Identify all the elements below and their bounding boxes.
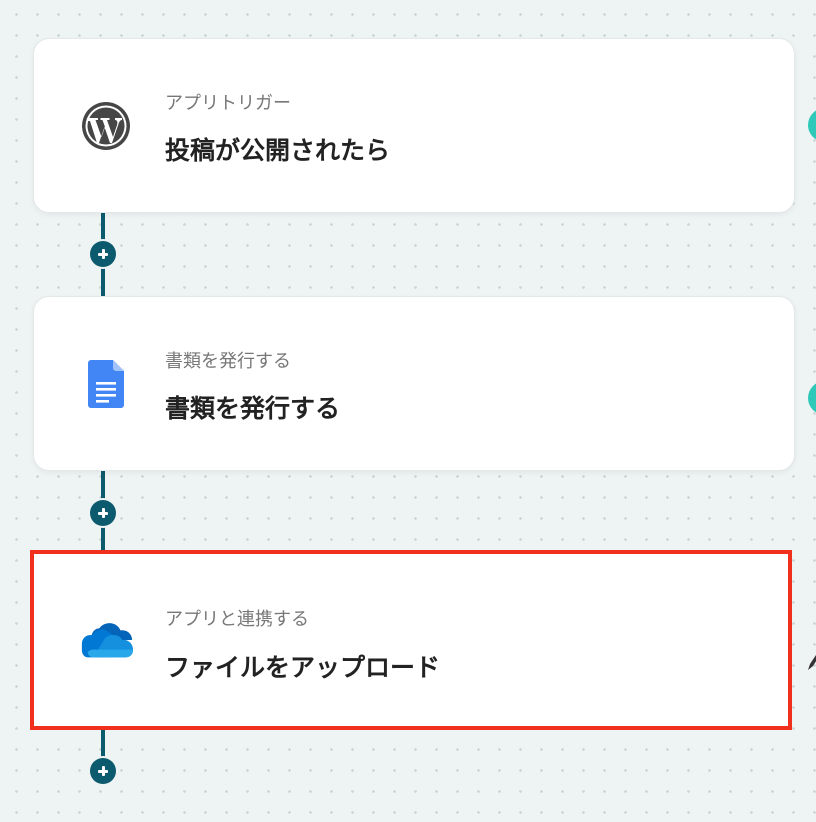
add-step-button[interactable] — [90, 241, 116, 267]
onedrive-icon — [78, 612, 134, 668]
add-step-button[interactable] — [90, 758, 116, 784]
flow-step-card-issue-document[interactable]: 書類を発行する 書類を発行する — [33, 296, 795, 471]
add-step-button[interactable] — [90, 500, 116, 526]
step-subtitle: 書類を発行する — [165, 351, 291, 372]
step-title: ファイルをアップロード — [165, 653, 441, 682]
step-subtitle: アプリトリガー — [165, 93, 291, 114]
pencil-icon[interactable] — [808, 648, 816, 670]
google-docs-icon — [78, 356, 134, 412]
flow-step-card-trigger[interactable]: アプリトリガー 投稿が公開されたら — [33, 38, 795, 213]
flow-step-card-upload-file[interactable]: アプリと連携する ファイルをアップロード — [30, 550, 792, 730]
step-title: 投稿が公開されたら — [165, 136, 391, 165]
step-status-badge[interactable] — [808, 108, 816, 142]
step-title: 書類を発行する — [165, 394, 341, 423]
wordpress-icon — [78, 98, 134, 154]
step-status-badge[interactable] — [808, 381, 816, 415]
step-subtitle: アプリと連携する — [165, 609, 309, 630]
